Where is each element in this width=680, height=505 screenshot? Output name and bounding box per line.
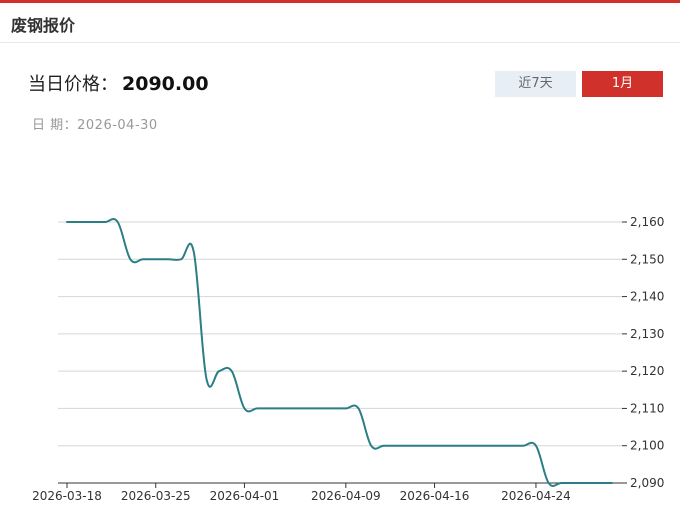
data-point xyxy=(394,443,399,448)
data-point xyxy=(153,257,158,262)
x-tick-label: 2026-04-24 xyxy=(501,489,571,503)
data-point xyxy=(546,481,551,486)
data-point xyxy=(204,376,209,381)
data-point xyxy=(65,220,70,225)
data-point xyxy=(128,257,133,262)
data-point xyxy=(419,443,424,448)
y-tick-label: 2,090 xyxy=(630,476,664,490)
data-point xyxy=(571,481,576,486)
data-point xyxy=(533,443,538,448)
data-point xyxy=(103,220,108,225)
data-point xyxy=(280,406,285,411)
data-point xyxy=(229,369,234,374)
data-point xyxy=(559,481,564,486)
data-point xyxy=(445,443,450,448)
data-point xyxy=(267,406,272,411)
y-tick-label: 2,150 xyxy=(630,252,664,266)
data-point xyxy=(495,443,500,448)
data-point xyxy=(343,406,348,411)
data-point xyxy=(356,406,361,411)
data-point xyxy=(293,406,298,411)
data-point xyxy=(166,257,171,262)
x-tick-label: 2026-03-18 xyxy=(32,489,102,503)
data-point xyxy=(584,481,589,486)
data-point xyxy=(191,249,196,254)
data-point xyxy=(90,220,95,225)
x-tick-label: 2026-03-25 xyxy=(121,489,191,503)
x-tick-label: 2026-04-09 xyxy=(311,489,381,503)
data-point xyxy=(115,220,120,225)
data-point xyxy=(457,443,462,448)
data-point xyxy=(179,257,184,262)
data-point xyxy=(242,406,247,411)
data-point xyxy=(305,406,310,411)
y-tick-label: 2,160 xyxy=(630,215,664,229)
data-point xyxy=(610,481,615,486)
y-tick-label: 2,110 xyxy=(630,401,664,415)
data-point xyxy=(483,443,488,448)
data-point xyxy=(369,443,374,448)
data-point xyxy=(407,443,412,448)
y-tick-label: 2,120 xyxy=(630,364,664,378)
data-point xyxy=(141,257,146,262)
data-point xyxy=(470,443,475,448)
data-point xyxy=(255,406,260,411)
data-point xyxy=(217,369,222,374)
data-point xyxy=(597,481,602,486)
data-point xyxy=(331,406,336,411)
y-tick-label: 2,100 xyxy=(630,439,664,453)
data-point xyxy=(521,443,526,448)
y-tick-label: 2,140 xyxy=(630,290,664,304)
data-point xyxy=(508,443,513,448)
data-point xyxy=(432,443,437,448)
x-tick-label: 2026-04-01 xyxy=(210,489,280,503)
data-point xyxy=(381,443,386,448)
data-point xyxy=(318,406,323,411)
price-line-chart: 2,160 2,150 2,140 2,130 2,120 2,110 2,100 2,090… xyxy=(32,215,664,503)
y-tick-label: 2,130 xyxy=(630,327,664,341)
data-point xyxy=(77,220,82,225)
x-tick-label: 2026-04-16 xyxy=(400,489,470,503)
